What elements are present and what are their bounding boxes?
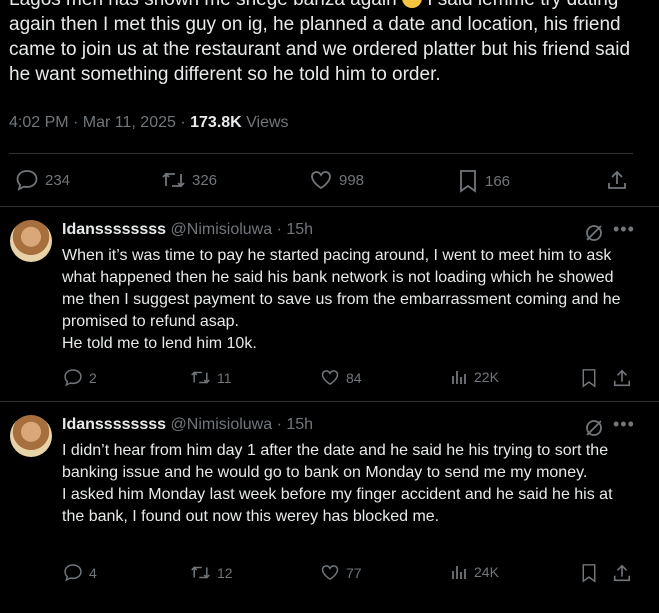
post-age[interactable]: · 15h xyxy=(272,221,313,238)
user-handle[interactable]: @Nimisioluwa xyxy=(171,416,273,433)
bookmark-icon xyxy=(582,369,596,388)
heart-icon xyxy=(321,370,339,386)
bookmark-icon xyxy=(460,170,476,193)
divider xyxy=(9,153,633,154)
rolling-laughing-emoji-icon xyxy=(401,0,422,8)
views-button[interactable]: 24K xyxy=(450,563,499,581)
repost-button[interactable]: 326 xyxy=(161,169,217,191)
reply-paragraph: I asked him Monday last week before my f… xyxy=(62,486,613,525)
share-button[interactable] xyxy=(606,169,628,191)
bookmark-icon xyxy=(582,564,596,583)
share-button[interactable] xyxy=(612,368,632,388)
tweet-views-label: Views xyxy=(241,114,289,131)
bookmark-button[interactable]: 166 xyxy=(457,169,510,193)
user-name[interactable]: Idanssssssss xyxy=(62,416,166,433)
avatar[interactable] xyxy=(10,220,52,262)
repost-count: 326 xyxy=(192,171,218,189)
tweet-actions: 234 326 998 166 xyxy=(0,160,659,200)
repost-icon xyxy=(191,566,210,579)
grok-icon[interactable] xyxy=(584,223,604,243)
views-icon xyxy=(452,566,466,579)
user-name[interactable]: Idanssssssss xyxy=(62,221,166,238)
repost-button[interactable]: 12 xyxy=(190,563,233,582)
bookmark-count: 166 xyxy=(485,172,511,190)
reply-count: 2 xyxy=(89,369,97,386)
reply-header: Idanssssssss @Nimisioluwa · 15h xyxy=(62,416,313,434)
reply-icon xyxy=(64,369,82,387)
tweet-views-count: 173.8K xyxy=(190,114,242,131)
reply-header: Idanssssssss @Nimisioluwa · 15h xyxy=(62,221,313,239)
views-count: 24K xyxy=(474,564,499,580)
reply-button[interactable]: 2 xyxy=(63,368,97,387)
share-icon xyxy=(613,564,631,582)
tweet-time[interactable]: 4:02 PM · Mar 11, 2025 · xyxy=(9,114,190,131)
repost-icon xyxy=(191,371,210,384)
reply-tweet[interactable]: Idanssssssss @Nimisioluwa · 15h ••• When… xyxy=(0,206,659,401)
views-button[interactable]: 22K xyxy=(450,368,499,386)
bookmark-button[interactable] xyxy=(580,563,598,583)
reply-icon xyxy=(16,170,38,191)
user-handle[interactable]: @Nimisioluwa xyxy=(171,221,273,238)
repost-button[interactable]: 11 xyxy=(190,368,232,387)
reply-paragraph: When it’s was time to pay he started pac… xyxy=(62,247,621,330)
tweet-text: Lagos men has shown me shege banza again… xyxy=(9,0,649,87)
repost-count: 12 xyxy=(217,564,233,581)
tweet-text-part-2: I said lemme try dating again then I met… xyxy=(9,0,631,85)
heart-icon xyxy=(321,565,339,581)
share-button[interactable] xyxy=(612,563,632,583)
views-count: 22K xyxy=(474,369,499,385)
like-count: 84 xyxy=(346,369,362,386)
reply-button[interactable]: 234 xyxy=(15,169,70,191)
like-button[interactable]: 77 xyxy=(320,563,362,582)
reply-tweet[interactable]: Idanssssssss @Nimisioluwa · 15h ••• I di… xyxy=(0,401,659,613)
bookmark-button[interactable] xyxy=(580,368,598,388)
tweet-text-part-1: Lagos men has shown me shege banza again xyxy=(9,0,397,10)
reply-actions: 4 12 77 24K xyxy=(0,562,659,586)
avatar[interactable] xyxy=(10,415,52,457)
reply-paragraph: He told me to lend him 10k. xyxy=(62,335,257,352)
like-button[interactable]: 84 xyxy=(320,368,362,387)
repost-count: 11 xyxy=(217,369,232,386)
reply-text: I didn’t hear from him day 1 after the d… xyxy=(62,440,632,528)
reply-text: When it’s was time to pay he started pac… xyxy=(62,245,632,355)
reply-actions: 2 11 84 22K xyxy=(0,367,659,391)
more-icon[interactable]: ••• xyxy=(613,414,635,435)
reply-button[interactable]: 4 xyxy=(63,563,97,582)
reply-icon xyxy=(64,564,82,582)
reply-count: 4 xyxy=(89,564,97,581)
tweet-meta: 4:02 PM · Mar 11, 2025 · 173.8K Views xyxy=(9,114,289,132)
reply-count: 234 xyxy=(45,171,71,189)
reply-paragraph: I didn’t hear from him day 1 after the d… xyxy=(62,442,609,481)
share-icon xyxy=(608,170,626,189)
repost-icon xyxy=(162,172,185,188)
heart-icon xyxy=(311,171,331,190)
like-count: 77 xyxy=(346,564,362,581)
more-icon[interactable]: ••• xyxy=(613,219,635,240)
views-icon xyxy=(452,371,466,384)
like-button[interactable]: 998 xyxy=(309,169,364,191)
share-icon xyxy=(613,369,631,387)
grok-icon[interactable] xyxy=(584,418,604,438)
post-age[interactable]: · 15h xyxy=(272,416,313,433)
like-count: 998 xyxy=(339,171,365,189)
